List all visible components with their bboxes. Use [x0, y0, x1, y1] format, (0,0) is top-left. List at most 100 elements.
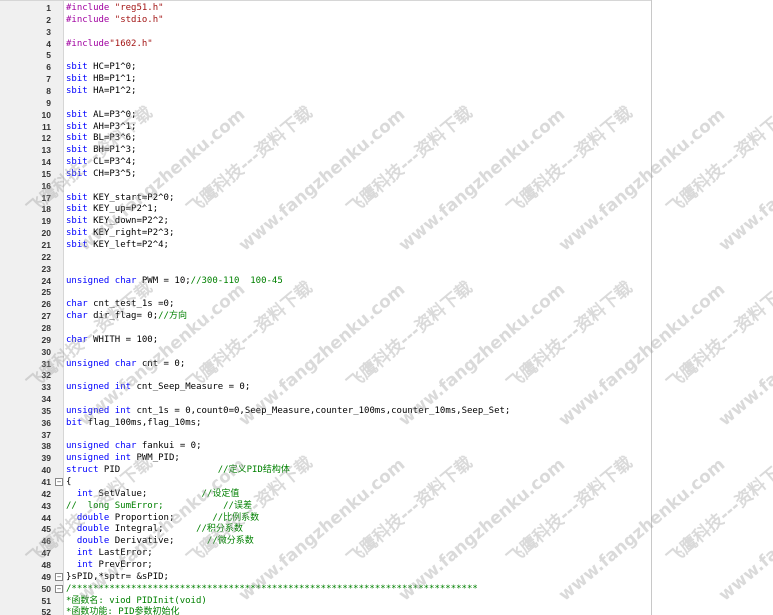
line-text: sbit HB=P1^1;	[66, 74, 137, 85]
line-number: 19	[41, 216, 51, 227]
code-line[interactable]: 44 double Proportion; //比例系数	[0, 512, 652, 524]
line-text: unsigned char cnt = 0;	[66, 358, 186, 369]
code-line[interactable]: 3	[0, 26, 652, 38]
code-line[interactable]: 6 sbit HC=P1^0;	[0, 61, 652, 73]
line-text: sbit AL=P3^0;	[66, 109, 137, 120]
code-line[interactable]: 13 sbit BH=P1^3;	[0, 144, 652, 156]
line-number: 44	[41, 512, 51, 523]
line-text: sbit CL=P3^4;	[66, 157, 137, 168]
code-line[interactable]: 18 sbit KEY_up=P2^1;	[0, 203, 652, 215]
code-line[interactable]: 23	[0, 263, 652, 275]
line-text: // long SumError; //误差	[66, 500, 252, 511]
code-line[interactable]: 25	[0, 286, 652, 298]
code-line[interactable]: 29 char WHITH = 100;	[0, 334, 652, 346]
line-number: 34	[41, 394, 51, 405]
code-line[interactable]: 15 sbit CH=P3^5;	[0, 168, 652, 180]
code-line[interactable]: 8 sbit HA=P1^2;	[0, 85, 652, 97]
code-line[interactable]: 38 unsigned char fankui = 0;	[0, 440, 652, 452]
fold-toggle-icon[interactable]: −	[55, 584, 63, 593]
line-number: 12	[41, 133, 51, 144]
code-line[interactable]: 30	[0, 346, 652, 358]
code-line[interactable]: 11 sbit AH=P3^1;	[0, 121, 652, 133]
line-text: #include "reg51.h"	[66, 3, 164, 13]
code-line[interactable]: 26 char cnt_test_1s =0;	[0, 298, 652, 310]
line-number: 11	[42, 121, 51, 132]
line-text: sbit BL=P3^6;	[66, 133, 137, 144]
code-line[interactable]: 42 int SetValue; //设定值	[0, 488, 652, 500]
code-line[interactable]: 14 sbit CL=P3^4;	[0, 156, 652, 168]
line-text: sbit KEY_down=P2^2;	[66, 216, 169, 227]
line-text: char cnt_test_1s =0;	[66, 299, 175, 310]
code-line[interactable]: 19 sbit KEY_down=P2^2;	[0, 215, 652, 227]
code-line[interactable]: 43 // long SumError; //误差	[0, 500, 652, 512]
code-line[interactable]: 49−}sPID,*sptr= &sPID;	[0, 571, 652, 583]
line-text: *函数功能: PID参数初始化	[66, 607, 180, 615]
line-text: sbit KEY_start=P2^0;	[66, 192, 175, 203]
code-line[interactable]: 32	[0, 369, 652, 381]
fold-toggle-icon[interactable]: −	[55, 478, 63, 486]
code-line[interactable]: 9	[0, 97, 652, 109]
code-line[interactable]: 34	[0, 393, 652, 405]
line-number: 7	[46, 74, 51, 85]
line-text: #include"1602.h"	[66, 38, 153, 49]
code-line[interactable]: 51 *函数名: viod PIDInit(void)	[0, 595, 652, 607]
code-line[interactable]: 31 unsigned char cnt = 0;	[0, 358, 652, 370]
line-number: 9	[46, 97, 51, 108]
line-number: 49	[41, 571, 51, 582]
code-line[interactable]: 50−/************************************…	[0, 583, 652, 595]
line-text: char dir_flag= 0;//方向	[66, 311, 187, 322]
code-line[interactable]: 46 double Derivative; //微分系数	[0, 535, 652, 547]
line-text: sbit BH=P1^3;	[66, 145, 137, 156]
code-line[interactable]: 41−{	[0, 476, 652, 488]
line-text: {	[66, 477, 72, 487]
code-line[interactable]: 28	[0, 322, 652, 334]
code-line[interactable]: 21 sbit KEY_left=P2^4;	[0, 239, 652, 251]
line-number: 25	[41, 287, 51, 298]
line-number: 47	[41, 548, 51, 559]
code-line[interactable]: 35 unsigned int cnt_1s = 0,count0=0,Seep_…	[0, 405, 652, 417]
line-text: unsigned char fankui = 0;	[66, 441, 202, 452]
code-line[interactable]: 16	[0, 180, 652, 192]
line-text: #include "stdio.h"	[66, 14, 164, 25]
code-line[interactable]: 36 bit flag_100ms,flag_10ms;	[0, 417, 652, 429]
code-line[interactable]: 7 sbit HB=P1^1;	[0, 73, 652, 85]
blank-panel	[652, 0, 773, 615]
line-number: 4	[46, 38, 51, 49]
code-line[interactable]: 1 #include "reg51.h"	[0, 2, 652, 14]
line-text: sbit CH=P3^5;	[66, 168, 137, 179]
code-editor[interactable]: 1 #include "reg51.h" 2 #include "stdio.h" 3 4…	[0, 0, 652, 615]
code-line[interactable]: 20 sbit KEY_right=P2^3;	[0, 227, 652, 239]
line-text: sbit KEY_up=P2^1;	[66, 204, 159, 215]
code-line[interactable]: 5	[0, 49, 652, 61]
code-line[interactable]: 27 char dir_flag= 0;//方向	[0, 310, 652, 322]
line-text: sbit HA=P1^2;	[66, 85, 137, 96]
code-line[interactable]: 10 sbit AL=P3^0;	[0, 109, 652, 121]
line-number: 21	[41, 240, 51, 250]
line-number: 28	[41, 322, 51, 333]
line-text: bit flag_100ms,flag_10ms;	[66, 417, 202, 428]
code-line[interactable]: 33 unsigned int cnt_Seep_Measure = 0;	[0, 381, 652, 393]
line-text: /***************************************…	[66, 583, 478, 594]
code-line[interactable]: 39 unsigned int PWM_PID;	[0, 452, 652, 464]
code-line[interactable]: 22	[0, 251, 652, 263]
fold-toggle-icon[interactable]: −	[55, 572, 63, 581]
line-number: 27	[41, 311, 51, 322]
code-line[interactable]: 17 sbit KEY_start=P2^0;	[0, 192, 652, 204]
line-number: 32	[41, 370, 51, 381]
line-text: }sPID,*sptr= &sPID;	[66, 571, 169, 582]
code-line[interactable]: 2 #include "stdio.h"	[0, 14, 652, 26]
line-number: 31	[41, 358, 51, 369]
code-area[interactable]: 1 #include "reg51.h" 2 #include "stdio.h" 3 4…	[0, 0, 652, 615]
code-line[interactable]: 12 sbit BL=P3^6;	[0, 132, 652, 144]
code-line[interactable]: 52 *函数功能: PID参数初始化	[0, 606, 652, 615]
code-line[interactable]: 48 int PrevError;	[0, 559, 652, 571]
code-line[interactable]: 47 int LastError;	[0, 547, 652, 559]
line-text: double Derivative; //微分系数	[76, 536, 254, 547]
line-number: 22	[41, 251, 51, 262]
code-line[interactable]: 37	[0, 429, 652, 441]
code-line[interactable]: 45 double Integral; //积分系数	[0, 523, 652, 535]
code-line[interactable]: 40 struct PID //定义PID结构体	[0, 464, 652, 476]
code-line[interactable]: 4 #include"1602.h"	[0, 38, 652, 50]
line-number: 15	[41, 168, 51, 179]
code-line[interactable]: 24 unsigned char PWM = 10;//300-110 100-4…	[0, 275, 652, 287]
